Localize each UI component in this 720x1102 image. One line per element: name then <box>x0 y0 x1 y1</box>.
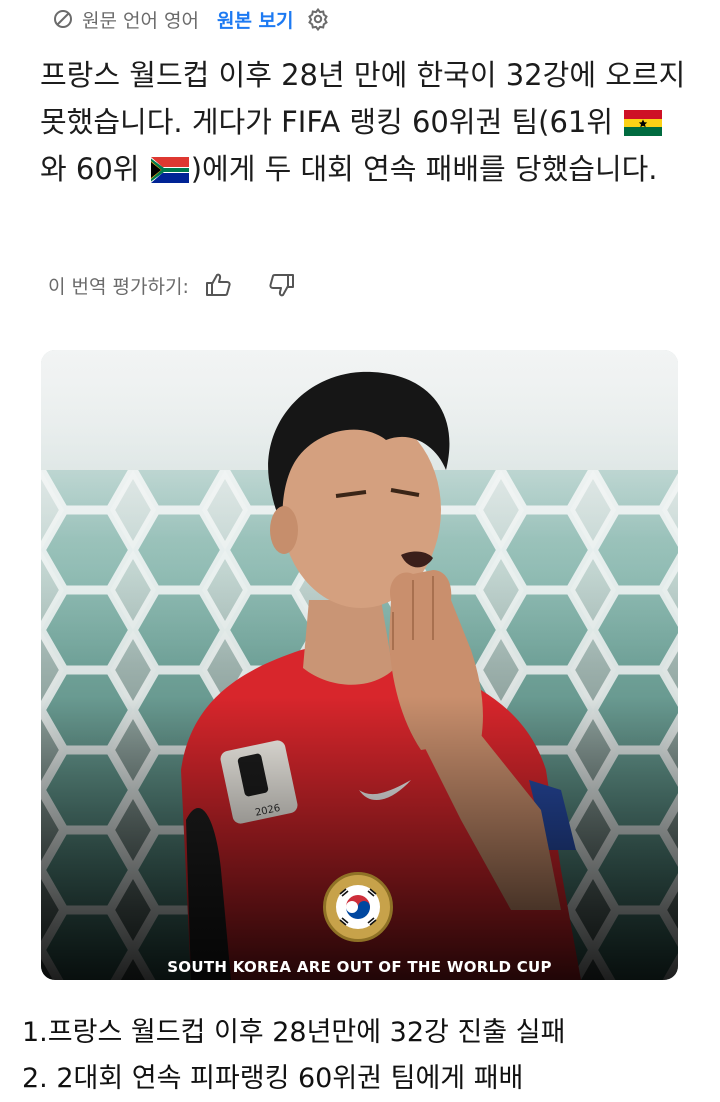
post-text-part-1: 프랑스 월드컵 이후 28년 만에 한국이 32강에 오르지 못했습니다. 게다… <box>40 58 686 139</box>
ghana-flag-icon <box>624 103 663 136</box>
photo-headline: SOUTH KOREA ARE OUT OF THE WORLD CUP <box>167 958 552 976</box>
summary-item-1: 1.프랑스 월드컵 이후 28년만에 32강 진출 실패 <box>22 1017 566 1048</box>
summary-item-2: 2. 2대회 연속 피파랭킹 60위권 팀에게 패배 <box>22 1063 524 1094</box>
gear-icon[interactable] <box>306 7 330 31</box>
news-photo[interactable]: 2026 SOUTH KOREA ARE OUT OF THE WORLD CU… <box>41 350 678 980</box>
thumbs-up-icon[interactable] <box>205 272 233 298</box>
rate-translation-label: 이 번역 평가하기: <box>48 275 189 298</box>
thumbs-down-icon[interactable] <box>267 272 295 298</box>
post-text-part-2: 와 60위 <box>40 152 149 186</box>
translation-rating-bar: 이 번역 평가하기: <box>48 268 295 302</box>
translation-bar: 원문 언어 영어 원본 보기 <box>52 4 330 34</box>
no-translate-icon[interactable] <box>52 8 74 30</box>
source-language-label: 원문 언어 영어 <box>82 9 199 32</box>
post-text-part-3: )에게 두 대회 연속 패배를 당했습니다. <box>190 152 658 186</box>
view-original-link[interactable]: 원본 보기 <box>217 6 294 33</box>
summary-list: 1.프랑스 월드컵 이후 28년만에 32강 진출 실패 2. 2대회 연속 피… <box>22 1010 702 1102</box>
translated-post-text: 프랑스 월드컵 이후 28년 만에 한국이 32강에 오르지 못했습니다. 게다… <box>40 52 690 193</box>
south-africa-flag-icon <box>150 150 189 183</box>
korea-flag-badge <box>323 872 393 942</box>
